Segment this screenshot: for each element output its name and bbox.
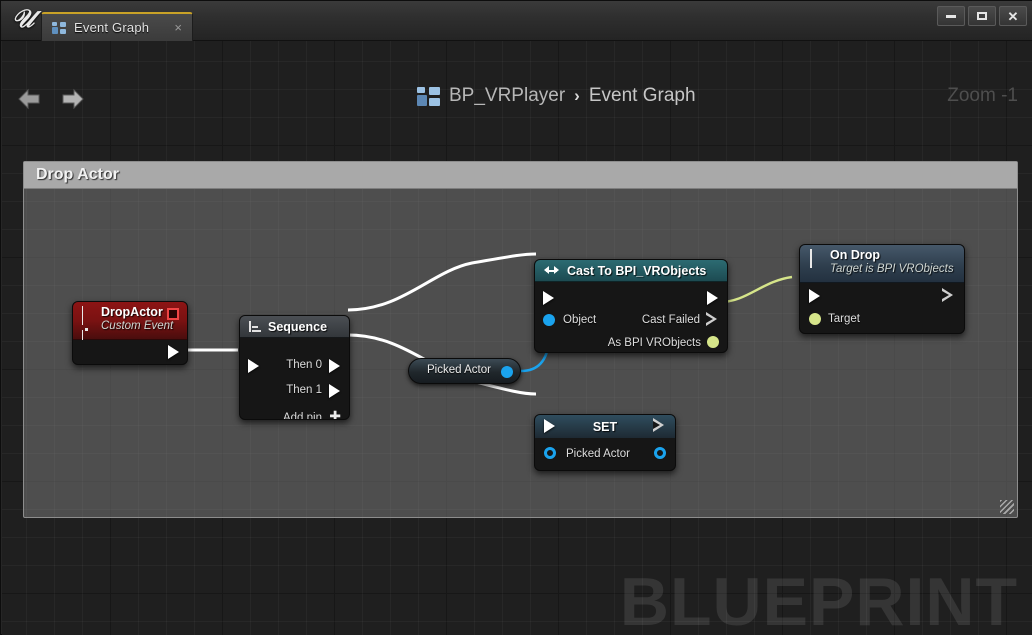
node-set-picked-actor[interactable]: SET Picked Actor	[534, 414, 676, 471]
minimize-button[interactable]	[937, 6, 965, 26]
node-body: Then 0 Then 1 Add pin ✚	[240, 338, 349, 419]
node-header: Cast To BPI_VRObjects	[535, 260, 727, 282]
close-icon[interactable]: ×	[174, 21, 182, 35]
object-input-pin[interactable]	[543, 314, 555, 326]
exec-output-pin-cast-failed[interactable]	[706, 312, 717, 326]
node-body: Target	[800, 283, 964, 333]
node-subtitle: Target is BPI VRObjects	[830, 263, 954, 275]
interface-diamond-icon	[810, 249, 812, 268]
node-body: Object Cast Failed As BPI VRObjects	[535, 282, 727, 352]
node-cast-to-bpi-vrobjects[interactable]: Cast To BPI_VRObjects Object Cast Failed…	[534, 259, 728, 353]
pin-label-as-bpi-vrobjects: As BPI VRObjects	[607, 337, 701, 349]
exec-output-pin[interactable]	[168, 345, 179, 359]
node-title: SET	[592, 419, 618, 434]
tab-label: Event Graph	[74, 20, 150, 35]
exec-input-pin[interactable]	[544, 419, 555, 433]
node-sequence[interactable]: Sequence Then 0 Then 1 Add pin ✚	[239, 315, 350, 420]
window-controls: ✕	[937, 6, 1027, 26]
zoom-level-label: Zoom -1	[947, 85, 1018, 106]
node-title: On Drop	[830, 248, 880, 262]
unreal-blueprint-editor-window: 𝒰 Event Graph × ✕ BP_VRPlayer › Event Gr…	[0, 0, 1032, 635]
resize-grip-icon[interactable]	[1000, 500, 1014, 514]
plus-icon[interactable]: ✚	[329, 409, 341, 419]
pin-label-object: Object	[563, 314, 597, 326]
pin-label-target: Target	[828, 313, 860, 325]
node-header: DropActor Custom Event	[73, 302, 187, 349]
variable-input-pin[interactable]	[544, 447, 556, 459]
pin-label-then-1: Then 1	[286, 384, 322, 396]
exec-output-pin[interactable]	[942, 288, 953, 302]
delegate-output-pin[interactable]	[167, 308, 179, 320]
interface-output-pin[interactable]	[707, 336, 719, 348]
add-pin-label[interactable]: Add pin	[283, 412, 322, 419]
pin-label-picked-actor: Picked Actor	[566, 448, 630, 460]
maximize-button[interactable]	[968, 6, 996, 26]
exec-output-pin-then-1[interactable]	[329, 384, 340, 398]
node-getter-picked-actor[interactable]: Picked Actor	[408, 358, 521, 384]
comment-box-title: Drop Actor	[36, 166, 119, 183]
node-title: Cast To BPI_VRObjects	[567, 263, 707, 278]
node-drop-actor-custom-event[interactable]: DropActor Custom Event	[72, 301, 188, 365]
variable-label: Picked Actor	[427, 364, 491, 376]
pin-label-then-0: Then 0	[286, 359, 322, 371]
title-bar: 𝒰 Event Graph × ✕	[1, 1, 1032, 41]
close-button[interactable]: ✕	[999, 6, 1027, 26]
node-header: On Drop Target is BPI VRObjects	[800, 245, 964, 283]
back-arrow-icon[interactable]	[17, 86, 43, 112]
sequence-icon	[248, 321, 261, 332]
exec-output-pin-then-0[interactable]	[329, 359, 340, 373]
object-output-pin[interactable]	[501, 366, 513, 378]
breadcrumb: BP_VRPlayer › Event Graph	[417, 85, 696, 107]
node-title: DropActor	[101, 305, 163, 319]
tab-event-graph[interactable]: Event Graph ×	[41, 12, 193, 41]
node-body	[73, 340, 187, 364]
breadcrumb-root[interactable]: BP_VRPlayer	[449, 85, 565, 107]
pin-label-cast-failed: Cast Failed	[641, 314, 700, 326]
comment-box-header[interactable]	[24, 162, 1017, 189]
unreal-engine-logo-icon: 𝒰	[11, 6, 35, 33]
exec-input-pin[interactable]	[543, 291, 554, 305]
forward-arrow-icon[interactable]	[59, 86, 85, 112]
blueprint-watermark: BLUEPRINT	[619, 564, 1018, 635]
breadcrumb-current[interactable]: Event Graph	[589, 85, 696, 107]
cast-arrows-icon	[544, 266, 559, 275]
blueprint-icon	[52, 22, 66, 34]
node-header: Sequence	[240, 316, 349, 338]
variable-output-pin[interactable]	[654, 447, 666, 459]
chevron-right-icon: ›	[574, 86, 580, 105]
target-input-pin[interactable]	[809, 313, 821, 325]
event-graph-canvas[interactable]: BP_VRPlayer › Event Graph Zoom -1 Drop A…	[2, 41, 1032, 635]
blueprint-icon	[417, 86, 440, 106]
exec-input-pin[interactable]	[248, 359, 259, 373]
exec-input-pin[interactable]	[809, 289, 820, 303]
exec-output-pin[interactable]	[653, 418, 664, 432]
node-title: Sequence	[268, 319, 328, 334]
node-subtitle: Custom Event	[101, 320, 174, 332]
node-body: Picked Actor	[535, 418, 675, 470]
node-on-drop[interactable]: On Drop Target is BPI VRObjects Target	[799, 244, 965, 334]
exec-output-pin[interactable]	[707, 291, 718, 305]
